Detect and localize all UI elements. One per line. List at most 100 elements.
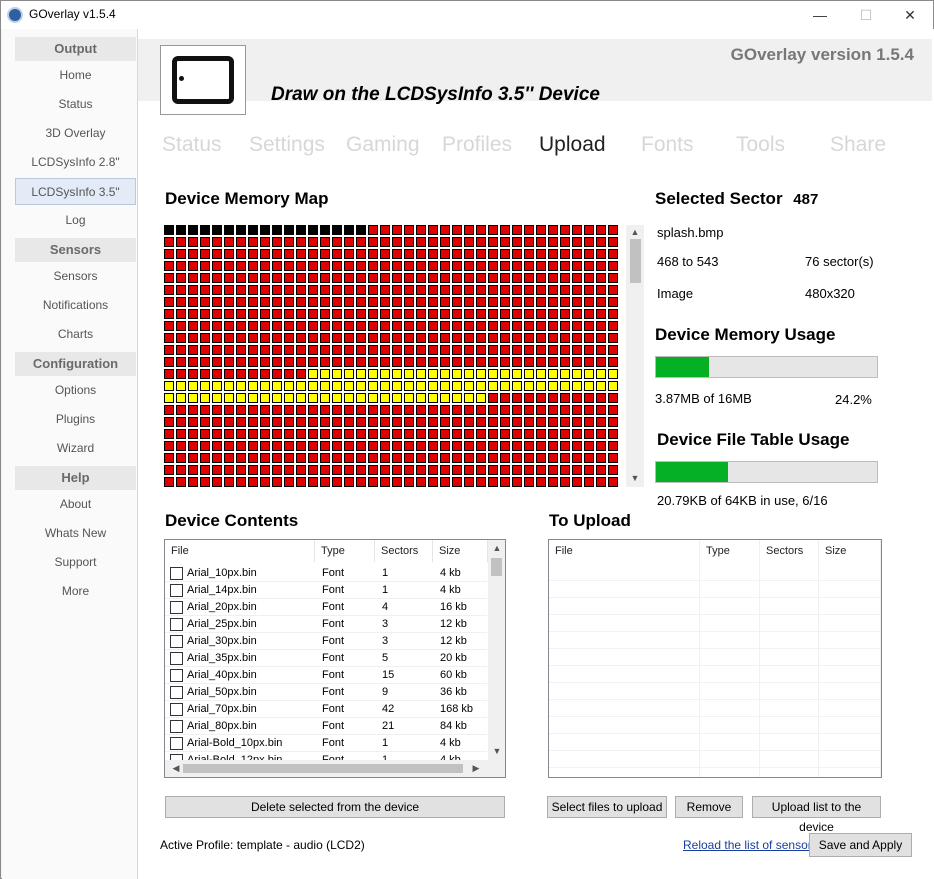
memory-sector-cell[interactable]	[404, 225, 414, 235]
memory-sector-cell[interactable]	[296, 405, 306, 415]
memory-sector-cell[interactable]	[380, 333, 390, 343]
memory-sector-cell[interactable]	[392, 249, 402, 259]
memory-sector-cell[interactable]	[524, 405, 534, 415]
memory-sector-cell[interactable]	[536, 249, 546, 259]
memory-sector-cell[interactable]	[188, 453, 198, 463]
memory-sector-cell[interactable]	[464, 381, 474, 391]
memory-sector-cell[interactable]	[584, 261, 594, 271]
memory-sector-cell[interactable]	[596, 333, 606, 343]
save-apply-button[interactable]: Save and Apply	[809, 833, 912, 857]
memory-sector-cell[interactable]	[284, 249, 294, 259]
memory-sector-cell[interactable]	[476, 417, 486, 427]
memory-sector-cell[interactable]	[356, 261, 366, 271]
memory-sector-cell[interactable]	[236, 225, 246, 235]
memory-sector-cell[interactable]	[200, 297, 210, 307]
memory-sector-cell[interactable]	[236, 309, 246, 319]
memory-sector-cell[interactable]	[200, 237, 210, 247]
memory-sector-cell[interactable]	[512, 261, 522, 271]
sidebar-item-3d-overlay[interactable]: 3D Overlay	[15, 120, 136, 147]
memory-sector-cell[interactable]	[608, 381, 618, 391]
memory-sector-cell[interactable]	[416, 225, 426, 235]
memory-sector-cell[interactable]	[332, 477, 342, 487]
memory-sector-cell[interactable]	[248, 441, 258, 451]
memory-sector-cell[interactable]	[428, 417, 438, 427]
memory-sector-cell[interactable]	[536, 333, 546, 343]
memory-sector-cell[interactable]	[524, 249, 534, 259]
memory-sector-cell[interactable]	[380, 393, 390, 403]
memory-sector-cell[interactable]	[488, 465, 498, 475]
memory-sector-cell[interactable]	[320, 261, 330, 271]
memory-sector-cell[interactable]	[416, 381, 426, 391]
memory-sector-cell[interactable]	[392, 453, 402, 463]
table-row[interactable]: Arial_40px.bin Font 15 60 kb	[165, 667, 487, 684]
memory-sector-cell[interactable]	[200, 357, 210, 367]
memory-sector-cell[interactable]	[212, 309, 222, 319]
memory-sector-cell[interactable]	[536, 453, 546, 463]
memory-sector-cell[interactable]	[224, 237, 234, 247]
memory-sector-cell[interactable]	[344, 285, 354, 295]
memory-sector-cell[interactable]	[584, 285, 594, 295]
memory-sector-cell[interactable]	[272, 261, 282, 271]
memory-sector-cell[interactable]	[176, 477, 186, 487]
scroll-down-icon[interactable]: ▼	[626, 473, 644, 483]
memory-sector-cell[interactable]	[176, 309, 186, 319]
memory-sector-cell[interactable]	[356, 381, 366, 391]
memory-sector-cell[interactable]	[332, 309, 342, 319]
memory-sector-cell[interactable]	[404, 381, 414, 391]
memory-sector-cell[interactable]	[296, 321, 306, 331]
memory-sector-cell[interactable]	[464, 441, 474, 451]
memory-sector-cell[interactable]	[464, 357, 474, 367]
memory-sector-cell[interactable]	[404, 417, 414, 427]
memory-sector-cell[interactable]	[476, 369, 486, 379]
memory-sector-cell[interactable]	[596, 429, 606, 439]
memory-sector-cell[interactable]	[584, 441, 594, 451]
memory-sector-cell[interactable]	[344, 429, 354, 439]
memory-sector-cell[interactable]	[524, 225, 534, 235]
memory-sector-cell[interactable]	[404, 441, 414, 451]
memory-sector-cell[interactable]	[320, 369, 330, 379]
column-header-sectors[interactable]: Sectors	[760, 540, 819, 562]
memory-sector-cell[interactable]	[176, 225, 186, 235]
memory-sector-cell[interactable]	[452, 405, 462, 415]
memory-sector-cell[interactable]	[260, 321, 270, 331]
memory-sector-cell[interactable]	[584, 321, 594, 331]
memory-sector-cell[interactable]	[452, 381, 462, 391]
memory-sector-cell[interactable]	[368, 441, 378, 451]
memory-sector-cell[interactable]	[236, 357, 246, 367]
memory-sector-cell[interactable]	[560, 297, 570, 307]
memory-sector-cell[interactable]	[524, 273, 534, 283]
sidebar-item-options[interactable]: Options	[15, 377, 136, 404]
memory-sector-cell[interactable]	[308, 357, 318, 367]
memory-sector-cell[interactable]	[596, 357, 606, 367]
memory-sector-cell[interactable]	[356, 429, 366, 439]
memory-sector-cell[interactable]	[320, 225, 330, 235]
memory-sector-cell[interactable]	[284, 477, 294, 487]
memory-sector-cell[interactable]	[560, 429, 570, 439]
memory-sector-cell[interactable]	[200, 261, 210, 271]
memory-sector-cell[interactable]	[536, 345, 546, 355]
memory-sector-cell[interactable]	[584, 429, 594, 439]
memory-sector-cell[interactable]	[380, 285, 390, 295]
memory-sector-cell[interactable]	[548, 369, 558, 379]
memory-sector-cell[interactable]	[488, 369, 498, 379]
memory-sector-cell[interactable]	[272, 417, 282, 427]
memory-sector-cell[interactable]	[224, 285, 234, 295]
memory-sector-cell[interactable]	[200, 345, 210, 355]
memory-sector-cell[interactable]	[296, 261, 306, 271]
memory-sector-cell[interactable]	[236, 477, 246, 487]
memory-sector-cell[interactable]	[452, 345, 462, 355]
memory-sector-cell[interactable]	[224, 441, 234, 451]
memory-sector-cell[interactable]	[428, 429, 438, 439]
memory-sector-cell[interactable]	[200, 417, 210, 427]
memory-sector-cell[interactable]	[608, 285, 618, 295]
memory-sector-cell[interactable]	[332, 285, 342, 295]
memory-sector-cell[interactable]	[236, 261, 246, 271]
memory-sector-cell[interactable]	[584, 249, 594, 259]
memory-sector-cell[interactable]	[200, 249, 210, 259]
memory-sector-cell[interactable]	[308, 273, 318, 283]
memory-sector-cell[interactable]	[344, 249, 354, 259]
memory-sector-cell[interactable]	[404, 453, 414, 463]
memory-sector-cell[interactable]	[596, 225, 606, 235]
memory-sector-cell[interactable]	[452, 285, 462, 295]
memory-sector-cell[interactable]	[428, 465, 438, 475]
